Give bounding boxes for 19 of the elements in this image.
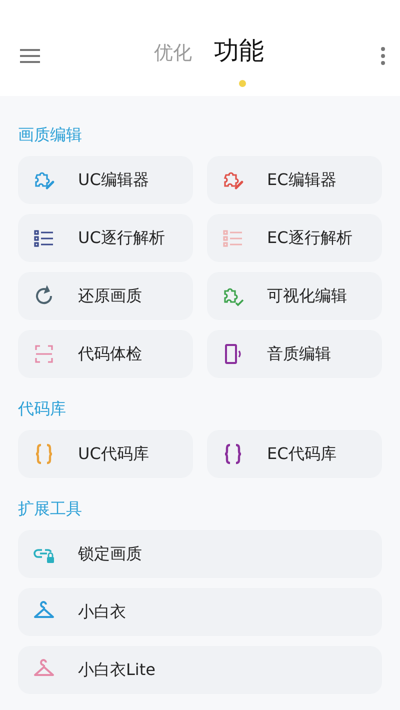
section-title: 扩展工具: [18, 498, 83, 520]
tool-button[interactable]: UC代码库: [18, 430, 193, 478]
tool-button[interactable]: 小白衣: [18, 588, 382, 636]
tool-button[interactable]: EC代码库: [207, 430, 382, 478]
tool-button[interactable]: 代码体检: [18, 330, 193, 378]
tool-button[interactable]: 可视化编辑: [207, 272, 382, 320]
more-icon[interactable]: [380, 46, 386, 66]
tool-button[interactable]: UC编辑器: [18, 156, 193, 204]
tool-button[interactable]: EC逐行解析: [207, 214, 382, 262]
tool-button[interactable]: 小白衣Lite: [18, 646, 382, 694]
tool-button[interactable]: UC逐行解析: [18, 214, 193, 262]
section-title: 代码库: [18, 398, 67, 420]
section-title: 画质编辑: [18, 124, 83, 146]
selected-dot: [239, 80, 246, 87]
tool-button[interactable]: 音质编辑: [207, 330, 382, 378]
tab[interactable]: 功能: [214, 34, 264, 68]
tool-button[interactable]: EC编辑器: [207, 156, 382, 204]
tool-button[interactable]: 还原画质: [18, 272, 193, 320]
tool-button[interactable]: 锁定画质: [18, 530, 382, 578]
